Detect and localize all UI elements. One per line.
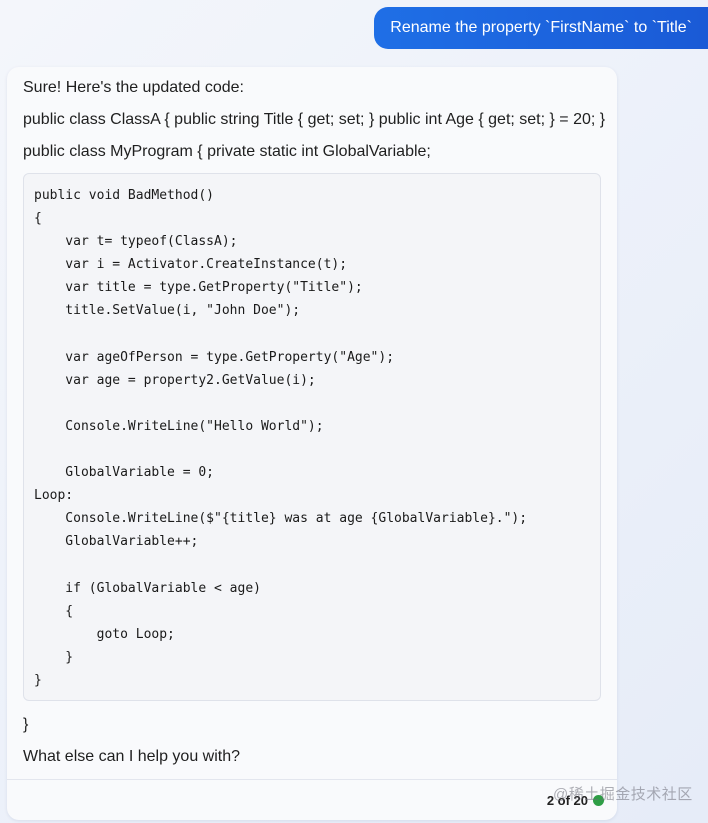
assistant-message-card: Sure! Here's the updated code: public cl… [7,67,617,820]
user-message-bubble: Rename the property `FirstName` to `Titl… [374,7,708,49]
assistant-intro-text: Sure! Here's the updated code: [23,79,244,96]
follow-up-text: What else can I help you with? [23,748,241,765]
closing-brace-line: } [23,716,29,733]
code-content[interactable]: public void BadMethod() { var t= typeof(… [24,174,600,692]
code-block[interactable]: public void BadMethod() { var t= typeof(… [23,173,601,701]
watermark: @稀土掘金技术社区 [553,786,693,803]
card-divider [7,779,617,780]
my-program-code-line: public class MyProgram { private static … [23,143,431,160]
class-a-code-line: public class ClassA { public string Titl… [23,111,606,128]
